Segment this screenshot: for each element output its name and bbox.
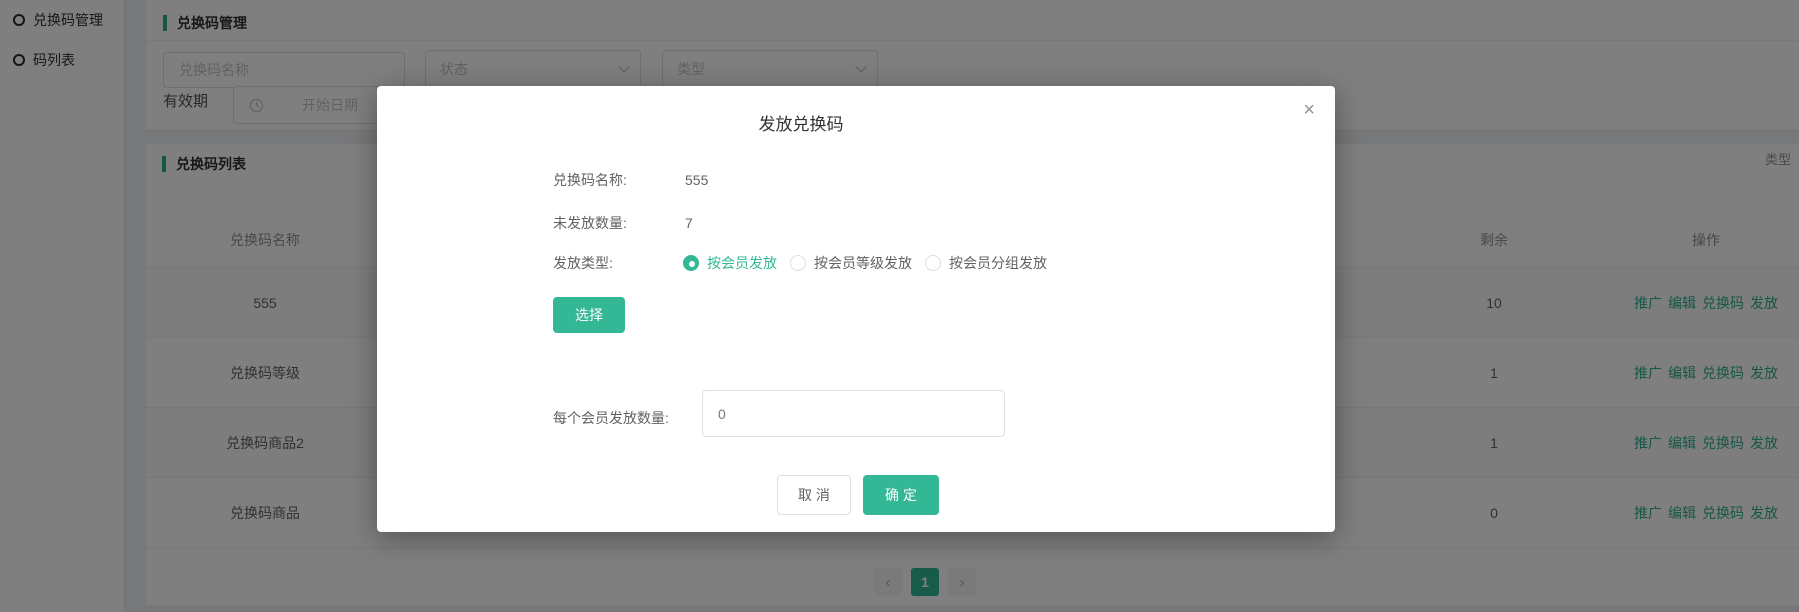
dialog-title: 发放兑换码: [377, 110, 1335, 135]
radio-icon: [790, 255, 806, 271]
per-member-quantity-input[interactable]: 0: [702, 390, 1005, 437]
dialog-actions: 取 消 确 定: [777, 475, 939, 515]
name-label: 兑换码名称:: [553, 170, 685, 190]
radio-label: 按会员分组发放: [949, 253, 1047, 273]
per-member-row: 每个会员发放数量: 0: [553, 390, 1005, 437]
unissued-value: 7: [685, 215, 693, 231]
name-field-row: 兑换码名称: 555: [553, 170, 708, 190]
radio-label: 按会员发放: [707, 253, 777, 273]
radio-by-member[interactable]: 按会员发放: [683, 253, 777, 273]
unissued-field-row: 未发放数量: 7: [553, 213, 693, 233]
select-members-button[interactable]: 选择: [553, 297, 625, 333]
per-member-quantity-value: 0: [718, 406, 726, 422]
issue-type-label: 发放类型:: [553, 253, 685, 273]
cancel-button[interactable]: 取 消: [777, 475, 851, 515]
radio-by-member-group[interactable]: 按会员分组发放: [925, 253, 1047, 273]
confirm-button[interactable]: 确 定: [863, 475, 939, 515]
per-member-label: 每个会员发放数量:: [553, 408, 685, 428]
issue-code-dialog: × 发放兑换码 兑换码名称: 555 未发放数量: 7 发放类型: 按会员发放 …: [377, 86, 1335, 532]
unissued-label: 未发放数量:: [553, 213, 685, 233]
close-icon[interactable]: ×: [1303, 100, 1315, 120]
radio-icon: [925, 255, 941, 271]
radio-label: 按会员等级发放: [814, 253, 912, 273]
issue-type-row: 发放类型: 按会员发放 按会员等级发放 按会员分组发放: [553, 253, 1047, 273]
radio-icon: [683, 255, 699, 271]
name-value: 555: [685, 172, 708, 188]
issue-type-radio-group: 按会员发放 按会员等级发放 按会员分组发放: [683, 253, 1047, 273]
page: 兑换码管理 码列表 兑换码管理 兑换码名称 状态 类型 有效期: [0, 0, 1799, 612]
radio-by-member-level[interactable]: 按会员等级发放: [790, 253, 912, 273]
